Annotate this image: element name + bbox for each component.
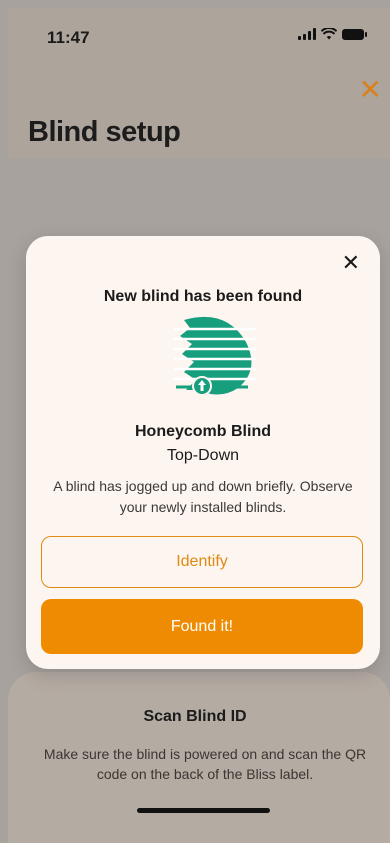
wifi-icon [321,28,337,40]
modal-close-icon[interactable]: ✕ [342,252,360,274]
blind-description: A blind has jogged up and down briefly. … [53,478,353,515]
home-indicator [137,808,270,813]
page-title: Blind setup [28,116,181,148]
found-it-button[interactable]: Found it! [41,599,363,654]
new-blind-modal: ✕ New blind has been found Honeycomb Bli… [26,236,380,669]
close-icon[interactable]: ✕ [359,76,382,104]
battery-icon [342,28,367,40]
status-time: 11:47 [47,28,90,47]
status-icons [298,28,367,40]
cellular-signal-icon [298,28,316,40]
sheet-title: Scan Blind ID [143,708,247,725]
blind-name: Honeycomb Blind [134,423,271,440]
identify-button[interactable]: Identify [41,536,363,588]
blind-type: Top-Down [166,447,240,464]
modal-title: New blind has been found [103,288,303,305]
sheet-text: Make sure the blind is powered on and sc… [43,746,367,782]
honeycomb-blind-icon [174,316,256,396]
